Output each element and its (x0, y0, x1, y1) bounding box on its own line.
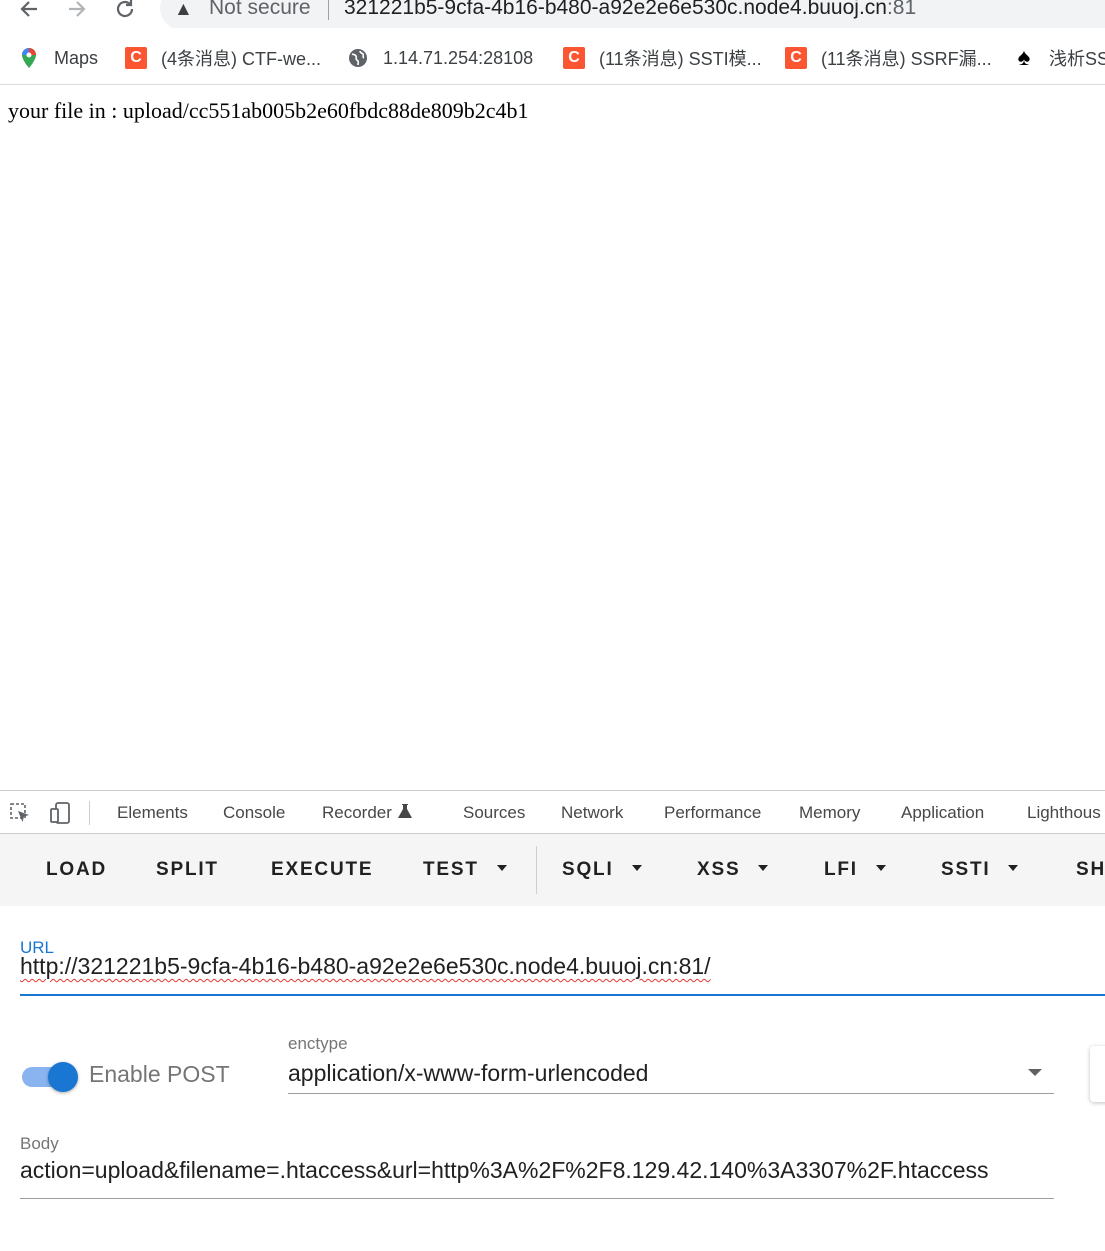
load-button[interactable]: LOAD (46, 834, 107, 906)
bookmark-maps[interactable]: Maps (18, 36, 98, 80)
execute-button[interactable]: EXECUTE (271, 834, 373, 906)
tab-sources[interactable]: Sources (463, 791, 525, 833)
tab-application[interactable]: Application (901, 791, 984, 833)
test-label: TEST (423, 859, 479, 880)
chevron-down-icon (758, 864, 769, 871)
tab-performance[interactable]: Performance (664, 791, 761, 833)
forward-arrow-icon[interactable] (62, 0, 92, 24)
flask-icon (397, 792, 412, 833)
chevron-down-icon (875, 864, 886, 871)
body-input-underline (20, 1198, 1054, 1199)
device-toolbar-icon[interactable] (50, 802, 72, 824)
body-field-label: Body (20, 1134, 59, 1153)
lfi-label: LFI (824, 859, 858, 880)
tab-network[interactable]: Network (561, 791, 623, 833)
csdn-icon: C (563, 47, 585, 69)
enctype-label: enctype (288, 1034, 348, 1053)
bookmark-ssrf[interactable]: C (11条消息) SSRF漏... (785, 36, 992, 80)
bookmark-ctf-web[interactable]: C (4条消息) CTF-we... (125, 36, 321, 80)
tab-memory[interactable]: Memory (799, 791, 860, 833)
bookmarks-bar: Maps C (4条消息) CTF-we... 1.14.71.254:2810… (0, 36, 1105, 80)
address-url[interactable]: 321221b5-9cfa-4b16-b480-a92e2e6e530c.nod… (344, 0, 916, 20)
ssti-label: SSTI (941, 859, 991, 880)
bookmark-ssti[interactable]: C (11条消息) SSTI模... (563, 36, 762, 80)
tab-lighthouse[interactable]: Lighthous (1027, 791, 1101, 833)
bookmark-label: 1.14.71.254:28108 (383, 47, 534, 68)
body-input[interactable]: action=upload&filename=.htaccess&url=htt… (20, 1157, 989, 1184)
bookmark-label: Maps (54, 47, 99, 68)
side-panel-edge[interactable] (1090, 1046, 1105, 1102)
xss-label: XSS (697, 859, 741, 880)
toggle-knob (48, 1062, 78, 1092)
url-port: :81 (886, 0, 917, 19)
xss-menu-button[interactable]: XSS (697, 834, 769, 906)
chevron-down-icon (1008, 864, 1019, 871)
tab-recorder[interactable]: Recorder (322, 791, 412, 833)
enable-post-toggle[interactable] (22, 1062, 80, 1092)
bookmark-qianxi[interactable]: ♠ 浅析SS (1013, 36, 1105, 80)
warning-icon[interactable]: ▲ (174, 0, 193, 21)
tab-recorder-label: Recorder (322, 803, 392, 822)
back-arrow-icon[interactable] (14, 0, 44, 24)
ssti-menu-button[interactable]: SSTI (941, 834, 1019, 906)
bookmark-label: (4条消息) CTF-we... (161, 49, 321, 69)
bookmark-label: (11条消息) SSTI模... (599, 49, 762, 69)
inspect-element-icon[interactable] (9, 802, 31, 824)
browser-toolbar: ▲ Not secure 321221b5-9cfa-4b16-b480-a92… (0, 0, 1105, 28)
spade-icon: ♠ (1017, 44, 1031, 71)
enctype-underline (288, 1093, 1054, 1094)
test-menu-button[interactable]: TEST (423, 834, 507, 906)
url-host: 321221b5-9cfa-4b16-b480-a92e2e6e530c.nod… (344, 0, 887, 19)
address-separator (328, 0, 329, 20)
maps-pin-icon (18, 47, 40, 69)
devtools-separator (89, 801, 90, 825)
chevron-down-icon[interactable] (1028, 1069, 1042, 1076)
toolbar-divider (0, 84, 1105, 85)
bookmark-ip[interactable]: 1.14.71.254:28108 (347, 36, 533, 80)
chevron-down-icon (496, 864, 507, 871)
split-button[interactable]: SPLIT (156, 834, 219, 906)
tab-elements[interactable]: Elements (117, 791, 188, 833)
globe-icon (347, 47, 369, 69)
chevron-down-icon (631, 864, 642, 871)
enable-post-label[interactable]: Enable POST (89, 1061, 230, 1088)
sqli-label: SQLI (562, 859, 614, 880)
enctype-select[interactable]: application/x-www-form-urlencoded (288, 1060, 648, 1087)
reload-icon[interactable] (110, 0, 140, 24)
shell-menu-button[interactable]: SH (1076, 834, 1105, 906)
csdn-icon: C (785, 47, 807, 69)
bookmark-label: (11条消息) SSRF漏... (821, 49, 992, 69)
upload-result-message: your file in : upload/cc551ab005b2e60fbd… (8, 98, 529, 123)
hackbar-separator (536, 846, 537, 894)
devtools-tabbar: Elements Console Recorder Sources Networ… (0, 791, 1105, 834)
security-label[interactable]: Not secure (209, 0, 311, 20)
hackbar-toolbar: LOAD SPLIT EXECUTE TEST SQLI XSS LFI SST… (0, 834, 1105, 906)
url-input[interactable]: http://321221b5-9cfa-4b16-b480-a92e2e6e5… (20, 953, 711, 980)
lfi-menu-button[interactable]: LFI (824, 834, 886, 906)
bookmark-label: 浅析SS (1049, 49, 1105, 69)
url-input-underline (20, 994, 1105, 996)
sqli-menu-button[interactable]: SQLI (562, 834, 642, 906)
tab-console[interactable]: Console (223, 791, 285, 833)
csdn-icon: C (125, 47, 147, 69)
